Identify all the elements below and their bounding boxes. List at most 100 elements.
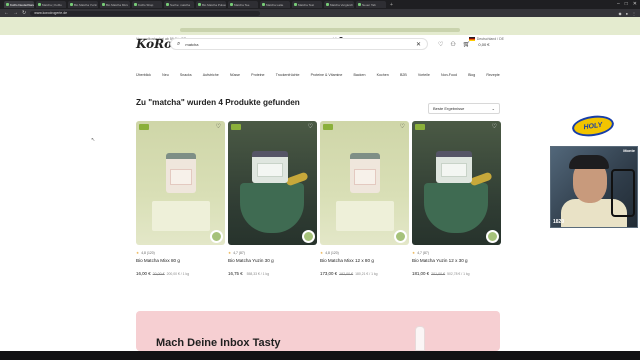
matcha-jar xyxy=(436,151,472,183)
sort-select[interactable]: Beste Ergebnisse ⌄ xyxy=(428,103,500,114)
new-tab-button[interactable]: + xyxy=(390,2,393,8)
product-card[interactable]: ♡ ★ 4,8 (120) Bio Matcha Mixx 12 x 80 g 173,… xyxy=(320,121,409,276)
back-icon[interactable]: ← xyxy=(4,10,9,16)
tab-label: Bio Matcha Pulver xyxy=(202,2,226,7)
nav-item[interactable]: Blog xyxy=(468,73,475,77)
nav-item[interactable]: Proteine & Vitamine xyxy=(311,73,343,77)
product-price: 181,00 €201,00 €502,78 € / 1 kg xyxy=(412,271,501,276)
product-name[interactable]: Bio Matcha Mixx 12 x 80 g xyxy=(320,258,409,263)
tab-label: KoRo Shop xyxy=(138,2,154,7)
clear-search-icon[interactable]: ✕ xyxy=(416,41,421,48)
newsletter-banner: Mach Deine Inbox Tasty xyxy=(136,311,500,351)
product-name[interactable]: Bio Matcha Yuzin 30 g xyxy=(228,258,317,263)
nav-item[interactable]: Proteine xyxy=(251,73,264,77)
address-bar: ← → ↻ www.korodrogerie.de ◆ ● ⋮ xyxy=(0,9,640,17)
minimize-button[interactable]: – xyxy=(617,1,620,7)
product-card[interactable]: ♡ ★ 4,7 (87) Bio Matcha Yuzin 30 g 16,75 €55… xyxy=(228,121,317,276)
taskbar xyxy=(0,351,640,360)
browser-tab[interactable]: KoRo Shop xyxy=(132,1,162,8)
tab-label: Bio Matcha Mixx xyxy=(106,2,129,7)
add-to-cart-button[interactable] xyxy=(210,230,223,243)
old-price: 192,00 € xyxy=(339,272,354,276)
browser-tab[interactable]: Matcha Vergleich xyxy=(324,1,354,8)
browser-tab[interactable]: Bio Matcha Pulver xyxy=(196,1,226,8)
favicon-icon xyxy=(134,3,137,6)
wishlist-heart-icon[interactable]: ♡ xyxy=(400,123,405,130)
category-nav: Überblick Neu Snacks Aufstriche Nüsse Protein… xyxy=(136,73,500,77)
menu-icon[interactable]: ⋮ xyxy=(632,11,636,16)
organic-badge xyxy=(139,124,149,130)
browser-tab[interactable]: Bio Matcha Mixx xyxy=(100,1,130,8)
product-price: 16,00 €20,00 €200,00 € / 1 kg xyxy=(136,271,225,276)
nav-item[interactable]: Non-Food xyxy=(441,73,457,77)
cart-icon[interactable]: 🛒︎ xyxy=(463,41,471,48)
maximize-button[interactable]: □ xyxy=(625,1,628,7)
browser-tab[interactable]: Matcha Tee xyxy=(228,1,258,8)
bottle-illustration xyxy=(415,326,425,351)
browser-tab[interactable]: KoRo Deutschland xyxy=(4,1,34,8)
wishlist-heart-icon[interactable]: ♡ xyxy=(308,123,313,130)
product-image[interactable]: ♡ xyxy=(412,121,501,245)
jar-label xyxy=(441,163,467,177)
reload-icon[interactable]: ↻ xyxy=(22,10,26,16)
account-icon[interactable]: ⚇ xyxy=(450,41,455,48)
nav-item[interactable]: Trockenfrüchte xyxy=(276,73,300,77)
nav-item[interactable]: Überblick xyxy=(136,73,151,77)
matcha-jar xyxy=(350,153,380,193)
close-window-button[interactable]: ✕ xyxy=(633,1,637,7)
matcha-jar xyxy=(166,153,196,193)
product-card[interactable]: ♡ ★ 4,7 (87) Bio Matcha Yuzin 12 x 30 g 181,… xyxy=(412,121,501,276)
jar-label xyxy=(170,169,192,185)
add-to-cart-button[interactable] xyxy=(394,230,407,243)
wishlist-heart-icon[interactable]: ♡ xyxy=(438,41,443,48)
product-image[interactable]: ♡ xyxy=(228,121,317,245)
product-name[interactable]: Bio Matcha Mixx 80 g xyxy=(136,258,225,263)
nav-item[interactable]: Nüsse xyxy=(230,73,240,77)
nav-item[interactable]: Kochen xyxy=(377,73,389,77)
nav-item[interactable]: Neu xyxy=(162,73,169,77)
forward-icon[interactable]: → xyxy=(13,10,18,16)
cart-total[interactable]: 0,00 € xyxy=(478,42,489,47)
url-input[interactable]: www.korodrogerie.de xyxy=(30,10,261,16)
newsletter-title: Mach Deine Inbox Tasty xyxy=(156,337,281,349)
nav-item[interactable]: Vorteile xyxy=(418,73,430,77)
current-price: 181,00 € xyxy=(412,271,430,276)
browser-tab[interactable]: Bio Matcha Yuzin xyxy=(68,1,98,8)
nav-item[interactable]: Backen xyxy=(353,73,365,77)
site-header: KoRo ⌕ matcha ✕ ♡ ⚇ 🛒︎ 0,00 € xyxy=(136,33,500,55)
browser-tab[interactable]: Matcha Test xyxy=(292,1,322,8)
koro-logo[interactable]: KoRo xyxy=(136,37,172,51)
mouse-cursor-icon: ↖ xyxy=(91,137,96,143)
nav-item[interactable]: B2B xyxy=(400,73,407,77)
bowl-prop xyxy=(240,183,304,233)
search-input[interactable]: ⌕ matcha ✕ xyxy=(170,38,428,50)
product-name[interactable]: Bio Matcha Yuzin 12 x 30 g xyxy=(412,258,501,263)
browser-tab[interactable]: Neuer Tab xyxy=(356,1,386,8)
pedestal-prop xyxy=(152,201,210,231)
nav-item[interactable]: Snacks xyxy=(180,73,192,77)
product-rating: ★ 4,7 (87) xyxy=(412,251,501,255)
add-to-cart-button[interactable] xyxy=(302,230,315,243)
wishlist-heart-icon[interactable]: ♡ xyxy=(492,123,497,130)
product-image[interactable]: ♡ xyxy=(320,121,409,245)
wishlist-heart-icon[interactable]: ♡ xyxy=(216,123,221,130)
profile-icon[interactable]: ● xyxy=(626,11,628,16)
product-image[interactable]: ♡ xyxy=(136,121,225,245)
webcam-name-label: Monte xyxy=(623,148,635,153)
nav-item[interactable]: Rezepte xyxy=(486,73,499,77)
browser-tab[interactable]: Matcha | KoRo xyxy=(36,1,66,8)
star-icon: ★ xyxy=(412,251,416,255)
browser-tab[interactable]: Matcha Latte xyxy=(260,1,290,8)
product-rating: ★ 4,8 (120) xyxy=(320,251,409,255)
nav-item[interactable]: Aufstriche xyxy=(203,73,219,77)
old-price: 20,00 € xyxy=(152,272,165,276)
search-value: matcha xyxy=(185,41,199,47)
browser-tab[interactable]: Suche: matcha xyxy=(164,1,194,8)
favicon-icon xyxy=(326,3,329,6)
product-price: 16,75 €558,33 € / 1 kg xyxy=(228,271,317,276)
product-card[interactable]: ♡ ★ 4,8 (120) Bio Matcha Mixx 80 g 16,00 €20… xyxy=(136,121,225,276)
favicon-icon xyxy=(102,3,105,6)
add-to-cart-button[interactable] xyxy=(486,230,499,243)
extensions-icon[interactable]: ◆ xyxy=(619,11,622,16)
promo-banner[interactable] xyxy=(180,28,460,32)
